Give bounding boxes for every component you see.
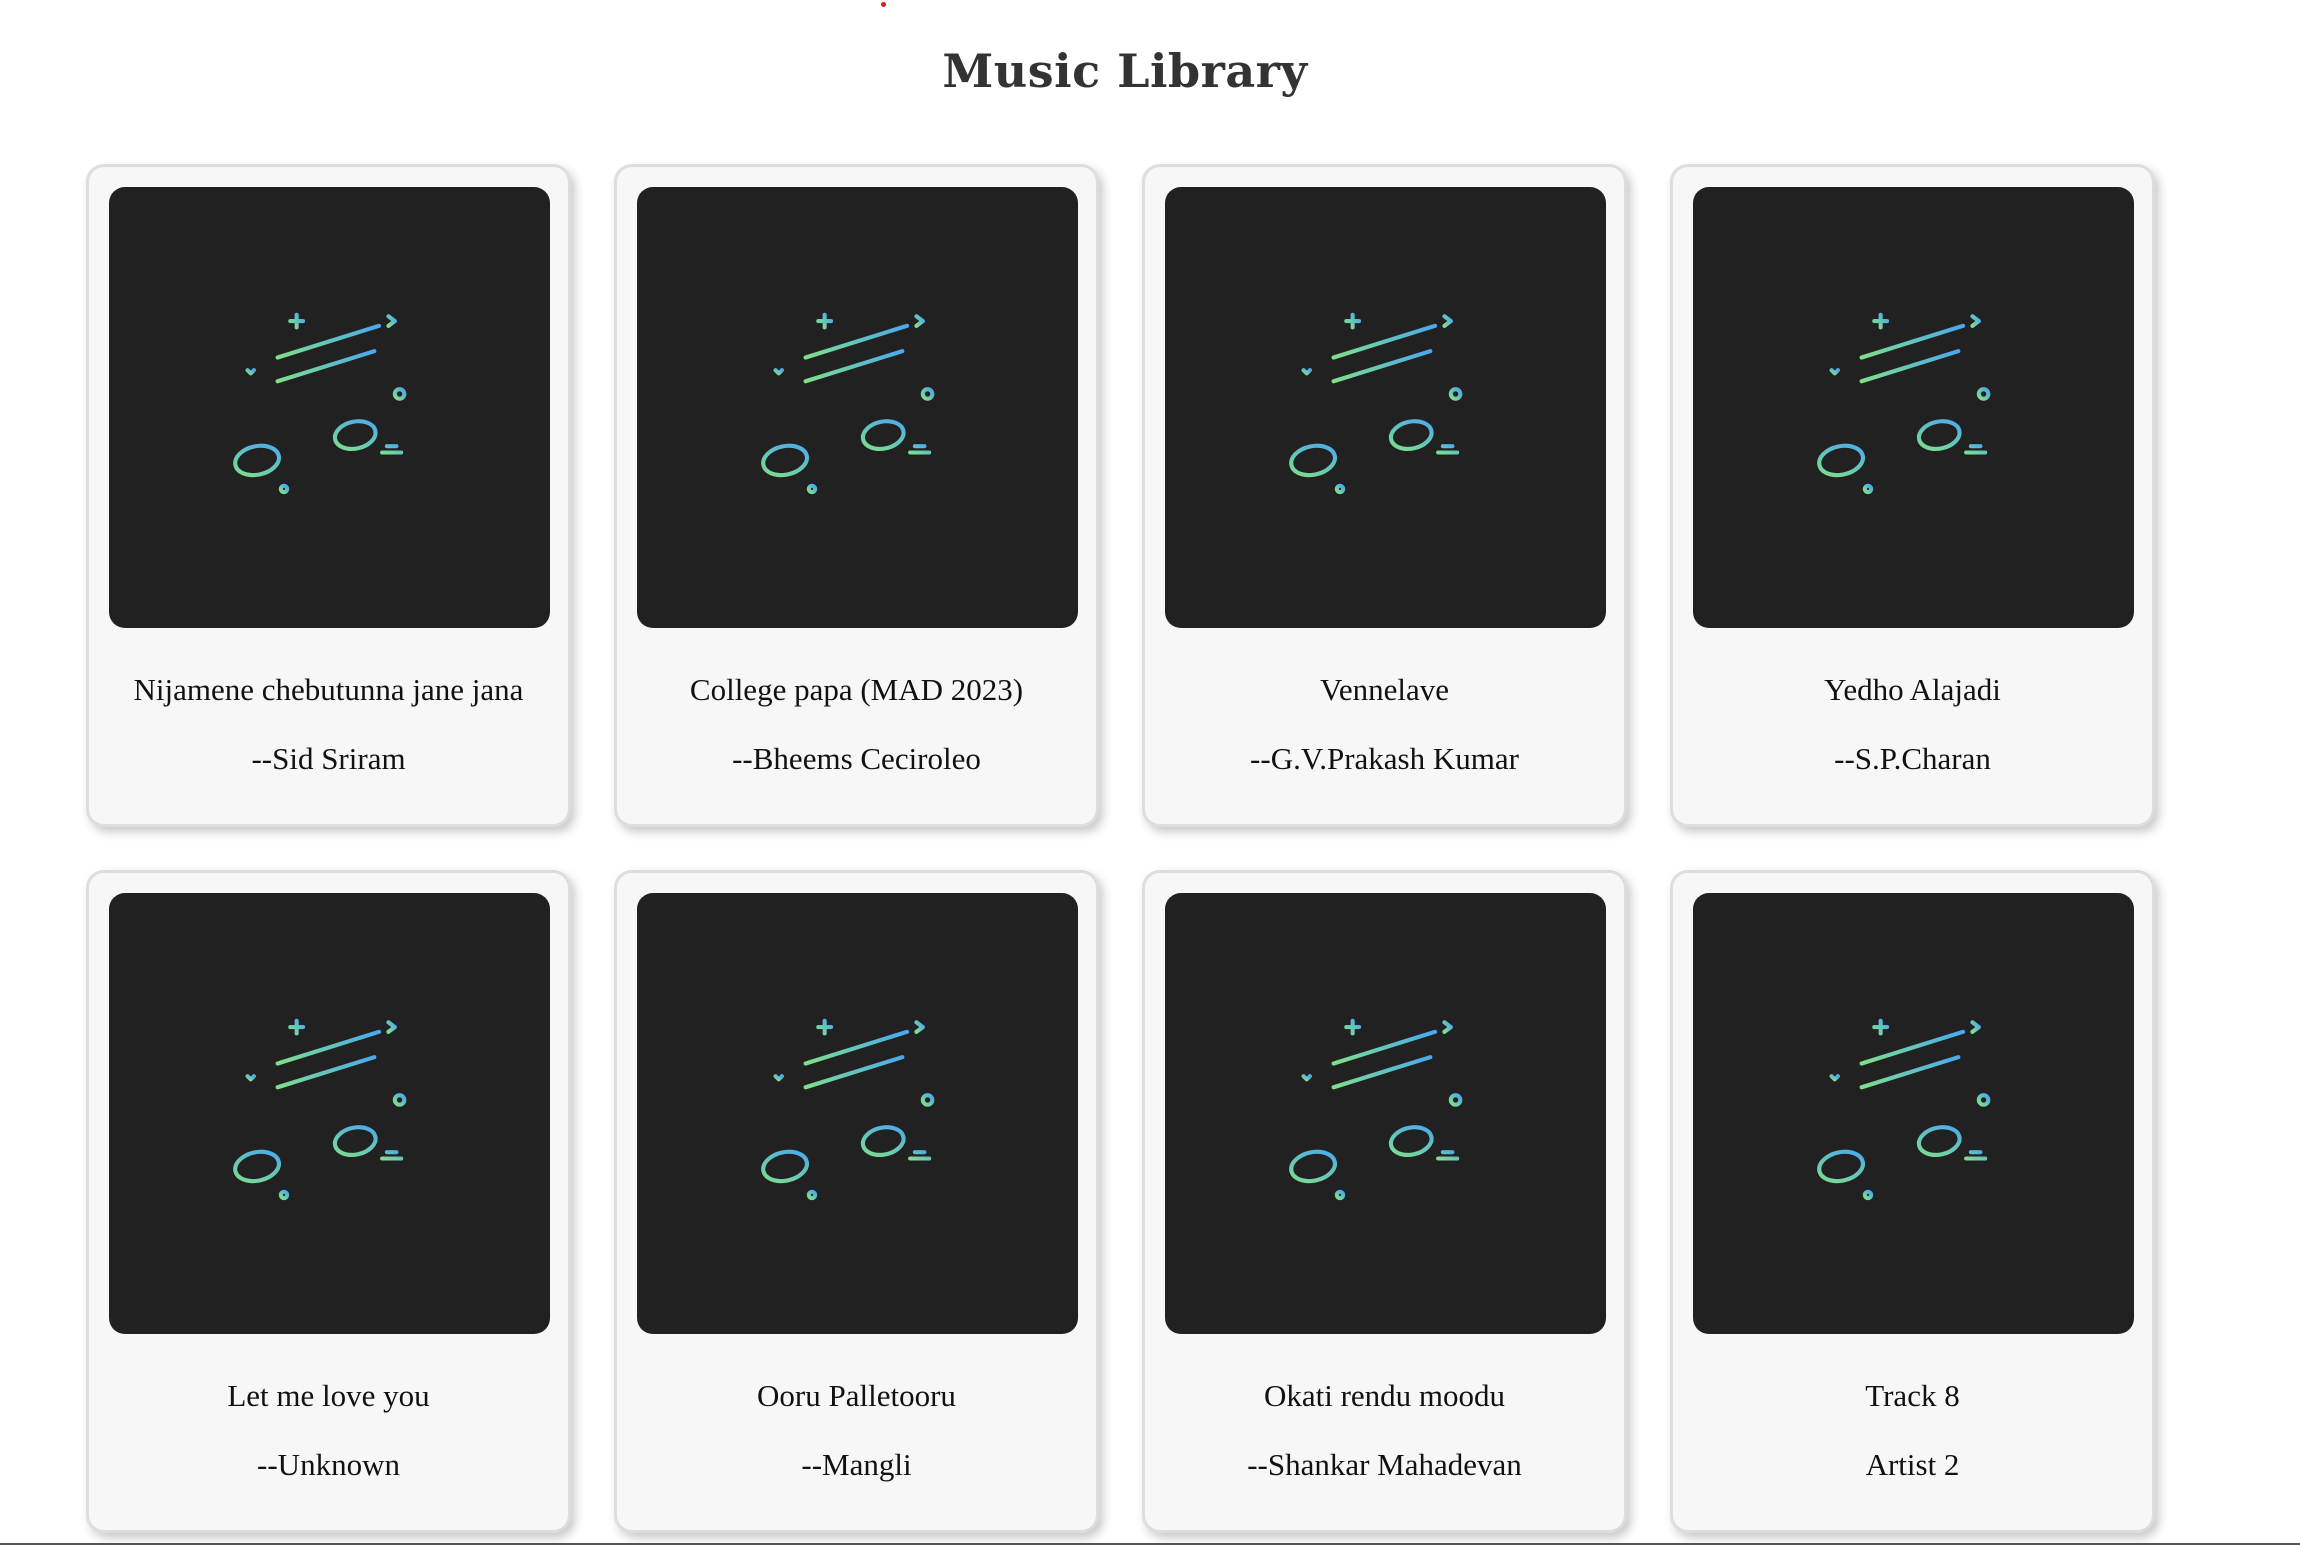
track-card[interactable]: Track 8 Artist 2 bbox=[1670, 870, 2155, 1533]
track-card[interactable]: College papa (MAD 2023) --Bheems Cecirol… bbox=[614, 164, 1099, 827]
track-title: Ooru Palletooru bbox=[757, 1378, 956, 1413]
track-card[interactable]: Nijamene chebutunna jane jana --Sid Srir… bbox=[86, 164, 571, 827]
music-note-icon bbox=[755, 1016, 945, 1206]
music-note-icon bbox=[755, 310, 945, 500]
track-artist: --Mangli bbox=[801, 1447, 912, 1482]
page-title: Music Library bbox=[942, 44, 1308, 98]
album-cover bbox=[109, 187, 550, 628]
track-card[interactable]: Vennelave --G.V.Prakash Kumar bbox=[1142, 164, 1627, 827]
track-title: Track 8 bbox=[1865, 1378, 1960, 1413]
red-dot-marker bbox=[881, 2, 886, 7]
track-card[interactable]: Yedho Alajadi --S.P.Charan bbox=[1670, 164, 2155, 827]
track-title: Vennelave bbox=[1319, 672, 1450, 707]
track-title: Let me love you bbox=[227, 1378, 430, 1413]
album-cover bbox=[1693, 187, 2134, 628]
track-card[interactable]: Ooru Palletooru --Mangli bbox=[614, 870, 1099, 1533]
track-title: Okati rendu moodu bbox=[1263, 1378, 1506, 1413]
track-title: Nijamene chebutunna jane jana bbox=[133, 672, 524, 707]
track-title: College papa (MAD 2023) bbox=[689, 672, 1024, 707]
album-cover bbox=[1693, 893, 2134, 1334]
music-grid: Nijamene chebutunna jane jana --Sid Srir… bbox=[86, 164, 2155, 1533]
track-card[interactable]: Okati rendu moodu --Shankar Mahadevan bbox=[1142, 870, 1627, 1533]
music-note-icon bbox=[1283, 310, 1473, 500]
music-note-icon bbox=[227, 310, 417, 500]
album-cover bbox=[637, 893, 1078, 1334]
track-card[interactable]: Let me love you --Unknown bbox=[86, 870, 571, 1533]
track-artist: --Shankar Mahadevan bbox=[1247, 1447, 1522, 1482]
track-artist: --S.P.Charan bbox=[1834, 741, 1991, 776]
music-note-icon bbox=[1811, 310, 2001, 500]
track-title: Yedho Alajadi bbox=[1824, 672, 2001, 707]
track-artist: --G.V.Prakash Kumar bbox=[1250, 741, 1519, 776]
album-cover bbox=[1165, 187, 1606, 628]
music-note-icon bbox=[1283, 1016, 1473, 1206]
album-cover bbox=[1165, 893, 1606, 1334]
album-cover bbox=[109, 893, 550, 1334]
track-artist: --Bheems Ceciroleo bbox=[732, 741, 981, 776]
track-artist: --Sid Sriram bbox=[251, 741, 406, 776]
music-note-icon bbox=[1811, 1016, 2001, 1206]
music-note-icon bbox=[227, 1016, 417, 1206]
album-cover bbox=[637, 187, 1078, 628]
track-artist: --Unknown bbox=[257, 1447, 400, 1482]
track-artist: Artist 2 bbox=[1865, 1447, 1960, 1482]
